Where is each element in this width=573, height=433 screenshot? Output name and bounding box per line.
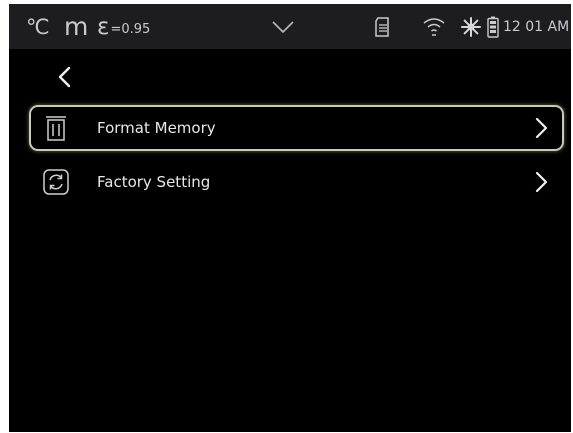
wifi-icon	[422, 4, 446, 49]
menu-item-format-memory[interactable]: Format Memory	[29, 105, 564, 151]
reset-icon	[42, 168, 70, 196]
status-bar: ℃ m ε =0.95 12 01 AM	[9, 4, 571, 49]
trash-icon	[42, 114, 70, 142]
sd-card-icon	[374, 4, 392, 49]
menu-item-label: Factory Setting	[97, 172, 211, 191]
emissivity-value: =0.95	[110, 21, 151, 37]
clock: 12 01 AM	[503, 18, 570, 35]
menu-item-factory-setting[interactable]: Factory Setting	[29, 159, 564, 205]
screen: ℃ m ε =0.95 12 01 AM Format Memory Facto…	[9, 4, 571, 432]
temperature-unit[interactable]: ℃	[26, 4, 50, 49]
emissivity-indicator[interactable]: ε =0.95	[97, 4, 150, 49]
distance-unit[interactable]: m	[64, 4, 88, 49]
brightness-icon	[461, 4, 481, 49]
menu-item-label: Format Memory	[97, 118, 216, 137]
emissivity-symbol: ε	[97, 13, 110, 40]
chevron-right-icon	[534, 170, 550, 194]
battery-icon	[487, 4, 499, 49]
back-arrow-icon[interactable]	[49, 62, 77, 92]
chevron-down-icon[interactable]	[271, 4, 295, 49]
chevron-right-icon	[534, 116, 550, 140]
